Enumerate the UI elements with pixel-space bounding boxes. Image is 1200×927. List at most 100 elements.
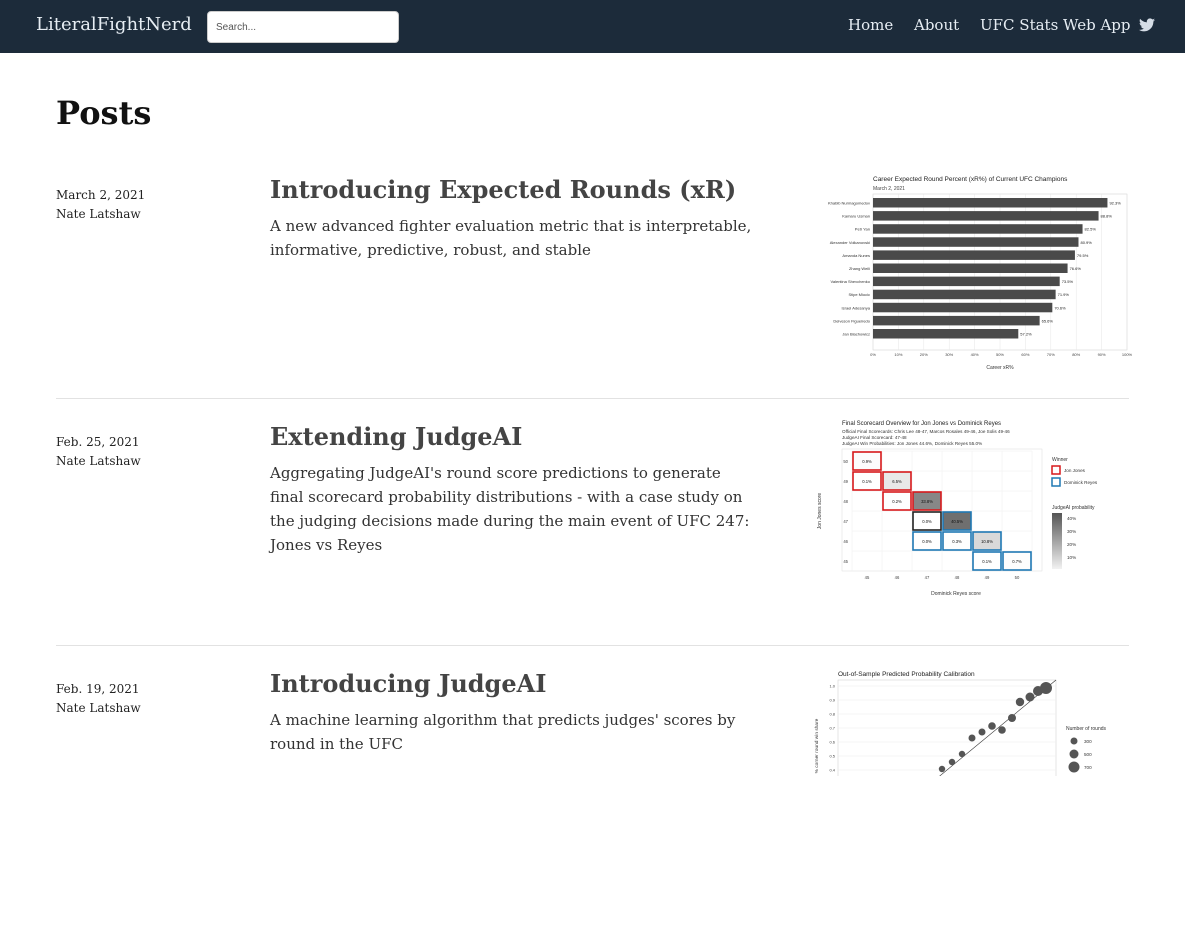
bar-value-label: 79.5%	[1077, 253, 1089, 258]
calibration-point	[988, 722, 996, 730]
x-tick-label: 10%	[894, 352, 902, 357]
post-meta: Feb. 25, 2021 Nate Latshaw	[56, 433, 236, 471]
y-tick-label: 46	[843, 539, 848, 544]
fighter-label: Jan Blachowicz	[842, 332, 870, 337]
bar-value-label: 71.9%	[1058, 292, 1070, 297]
post-card: Feb. 19, 2021 Nate Latshaw Introducing J…	[56, 666, 1132, 927]
fighter-label: Khabib Nurmagomedov	[828, 201, 870, 206]
x-axis-label: Career xR%	[986, 365, 1014, 371]
cell-label: 0.0%	[922, 539, 932, 544]
calibration-point	[968, 734, 976, 742]
calibration-point	[998, 726, 1006, 734]
x-tick-label: 46	[895, 575, 900, 580]
x-tick-label: 70%	[1047, 352, 1055, 357]
x-tick-label: 90%	[1098, 352, 1106, 357]
post-date: Feb. 25, 2021	[56, 435, 140, 449]
post-title-link[interactable]: Introducing JudgeAI	[270, 668, 755, 700]
y-tick-label: 0.7	[829, 726, 835, 731]
fighter-label: Alexander Volkanovski	[830, 240, 870, 245]
bar	[873, 329, 1019, 339]
calibration-point	[958, 750, 966, 758]
post-author: Nate Latshaw	[56, 701, 141, 715]
xr-bar-chart: Career Expected Round Percent (xR%) of C…	[812, 172, 1132, 372]
y-tick-label: 0.9	[829, 698, 835, 703]
post-thumbnail[interactable]: Final Scorecard Overview for Jon Jones v…	[812, 419, 1132, 619]
x-tick-label: 60%	[1021, 352, 1029, 357]
legend-label: 40%	[1067, 516, 1076, 521]
post-title-link[interactable]: Extending JudgeAI	[270, 421, 755, 453]
chart-line: JudgeAI Win Probabilities: Jon Jones 44.…	[842, 441, 982, 446]
chart-title: Career Expected Round Percent (xR%) of C…	[873, 176, 1068, 183]
fighter-label: Petr Yan	[855, 227, 870, 232]
post-thumbnail[interactable]: Career Expected Round Percent (xR%) of C…	[812, 172, 1132, 372]
fighter-label: Amanda Nunes	[842, 253, 870, 258]
twitter-icon[interactable]	[1139, 18, 1155, 32]
x-tick-label: 50	[1015, 575, 1020, 580]
legend-dot	[1069, 749, 1079, 759]
chart-title: Out-of-Sample Predicted Probability Cali…	[838, 671, 975, 678]
post-card: Feb. 25, 2021 Nate Latshaw Extending Jud…	[56, 419, 1132, 680]
legend-label: 500	[1084, 752, 1092, 757]
x-tick-label: 49	[985, 575, 990, 580]
y-tick-label: 0.6	[829, 740, 835, 745]
y-axis-label: % corner round win share	[814, 718, 820, 773]
post-description: A machine learning algorithm that predic…	[270, 711, 736, 753]
x-tick-label: 30%	[945, 352, 953, 357]
bar	[873, 289, 1056, 300]
post-meta: March 2, 2021 Nate Latshaw	[56, 186, 236, 224]
nav-links: Home About UFC Stats Web App	[0, 16, 1185, 38]
y-tick-label: 50	[843, 459, 848, 464]
cell-label: 0.2%	[892, 499, 902, 504]
legend-label: 30%	[1067, 529, 1076, 534]
legend-label: 700	[1084, 765, 1092, 770]
y-tick-label: 0.5	[829, 754, 835, 759]
bar	[873, 198, 1108, 208]
x-tick-label: 80%	[1072, 352, 1080, 357]
chart-title: Final Scorecard Overview for Jon Jones v…	[842, 421, 1001, 427]
bar-value-label: 82.5%	[1085, 227, 1097, 232]
calibration-point	[1015, 697, 1025, 707]
calibration-point	[1025, 692, 1035, 702]
x-tick-label: 47	[925, 575, 930, 580]
nav-about-link[interactable]: About	[914, 16, 959, 34]
cell-label: 0.1%	[862, 479, 872, 484]
post-title-link[interactable]: Introducing Expected Rounds (xR)	[270, 174, 755, 206]
post-divider	[56, 398, 1129, 399]
legend-dot	[1068, 761, 1080, 773]
nav-ufc-stats-link[interactable]: UFC Stats Web App	[980, 16, 1131, 34]
cell-label: 10.8%	[981, 539, 993, 544]
calibration-point	[948, 758, 956, 766]
legend-label: Dominick Reyes	[1064, 480, 1098, 485]
cell-label: 6.5%	[892, 479, 902, 484]
bar	[873, 237, 1079, 247]
post-author: Nate Latshaw	[56, 207, 141, 221]
x-tick-label: 50%	[996, 352, 1004, 357]
cell-label: 33.8%	[921, 499, 933, 504]
legend-title: JudgeAI probability	[1052, 505, 1095, 511]
navbar: LiteralFightNerd Home About UFC Stats We…	[0, 0, 1185, 53]
bar-value-label: 76.6%	[1070, 266, 1082, 271]
probability-colorbar	[1052, 513, 1062, 569]
nav-home-link[interactable]: Home	[848, 16, 893, 34]
post-body: Introducing JudgeAI A machine learning a…	[270, 668, 755, 756]
cell-label: 0.1%	[982, 559, 992, 564]
y-tick-label: 45	[843, 559, 848, 564]
bar-value-label: 73.5%	[1062, 279, 1074, 284]
bar	[873, 302, 1053, 313]
post-thumbnail[interactable]: Out-of-Sample Predicted Probability Cali…	[812, 666, 1132, 776]
y-tick-label: 49	[843, 479, 848, 484]
legend-dot	[1070, 737, 1078, 745]
legend-label: 20%	[1067, 542, 1076, 547]
fighter-label: Kamaru Usman	[842, 214, 870, 219]
post-meta: Feb. 19, 2021 Nate Latshaw	[56, 680, 236, 718]
fighter-label: Stipe Miocic	[848, 292, 870, 297]
cell-label: 0.9%	[862, 459, 872, 464]
bar	[873, 315, 1040, 326]
y-tick-label: 47	[843, 519, 848, 524]
chart-line: Official Final Scorecards: Chris Lee 48-…	[842, 429, 1010, 434]
bar-value-label: 65.6%	[1042, 318, 1054, 323]
post-description: Aggregating JudgeAI's round score predic…	[270, 464, 750, 554]
x-tick-label: 40%	[971, 352, 979, 357]
page-title: Posts	[56, 94, 152, 132]
chart-line: JudgeAI Final Scorecard: 47-48	[842, 435, 907, 440]
